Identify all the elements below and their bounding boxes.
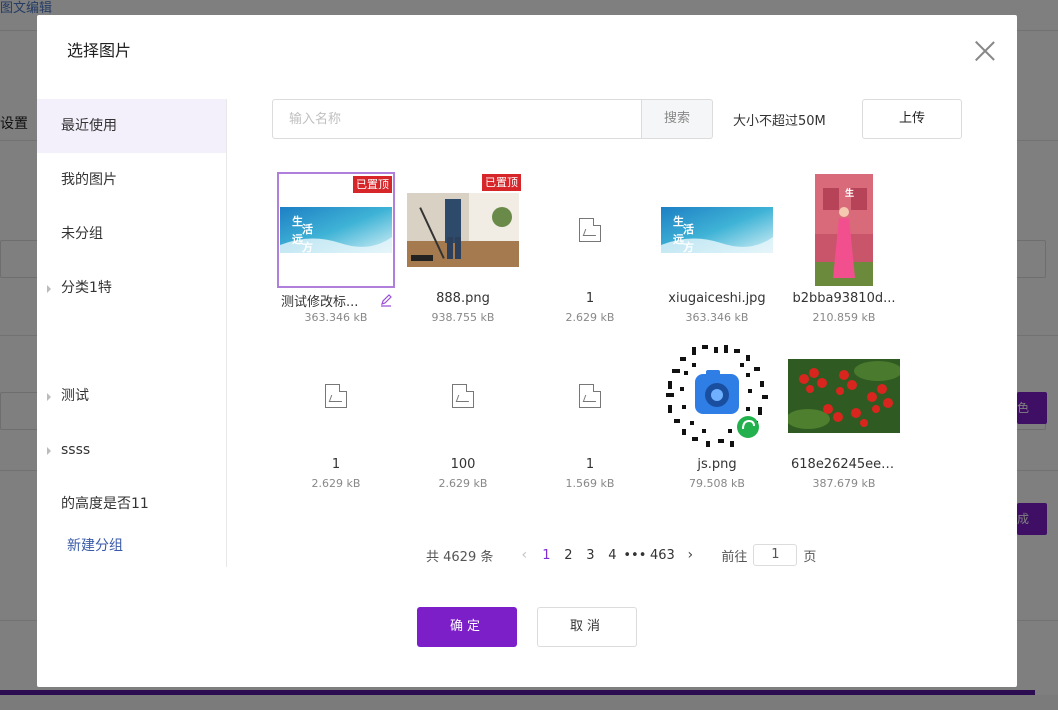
red-berries-photo — [788, 359, 900, 433]
image-thumbnail[interactable]: 已置顶 — [404, 172, 522, 288]
caret-right-icon — [47, 393, 51, 401]
sidebar-item-category[interactable]: 分类1特 — [37, 261, 226, 315]
image-name: 888.png — [436, 291, 490, 306]
image-thumbnail[interactable] — [531, 172, 649, 288]
image-name: 1 — [585, 291, 595, 306]
image-size: 2.629 kB — [438, 477, 488, 490]
pinned-badge: 已置顶 — [482, 174, 521, 191]
svg-text:方: 方 — [683, 240, 694, 253]
upload-button[interactable]: 上传 — [862, 99, 962, 139]
image-name: js.png — [697, 457, 737, 472]
sidebar-item-my-images[interactable]: 我的图片 — [37, 153, 226, 207]
page-1[interactable]: 1 — [535, 548, 557, 563]
image-card[interactable]: 618e26245eef... 387.679 kB — [785, 338, 903, 490]
sidebar-item-recent[interactable]: 最近使用 — [37, 99, 226, 153]
select-image-dialog: 选择图片 最近使用 我的图片 未分组 分类1特 测试 ssss 的高度是否11 … — [37, 15, 1017, 687]
image-size: 2.629 kB — [565, 311, 615, 324]
caret-right-icon — [47, 285, 51, 293]
image-card[interactable]: 100 2.629 kB — [404, 338, 522, 490]
pinned-badge: 已置顶 — [353, 176, 392, 193]
banner-image: 生 活 远 方 — [661, 207, 773, 253]
broken-image-icon — [452, 384, 474, 408]
caret-right-icon — [47, 447, 51, 455]
image-size: 79.508 kB — [689, 477, 745, 490]
image-size: 2.629 kB — [311, 477, 361, 490]
image-size: 210.859 kB — [812, 311, 876, 324]
image-size: 363.346 kB — [685, 311, 749, 324]
edit-icon[interactable] — [379, 293, 393, 307]
image-thumbnail[interactable] — [785, 338, 903, 454]
image-name: 测试修改标... — [281, 295, 359, 310]
cancel-button[interactable]: 取消 — [537, 607, 637, 647]
prev-page-icon[interactable]: ‹ — [513, 547, 535, 563]
image-name: b2bba93810d... — [792, 291, 896, 306]
image-size: 387.679 kB — [812, 477, 876, 490]
goto-label: 前往 — [721, 549, 748, 565]
page-2[interactable]: 2 — [557, 548, 579, 563]
banner-image: 生 活 远 方 — [280, 207, 392, 253]
page-unit-label: 页 — [803, 549, 817, 565]
svg-text:方: 方 — [302, 240, 313, 253]
mini-program-qr-code — [663, 342, 771, 450]
total-count: 共 4629 条 — [426, 549, 494, 565]
svg-text:活: 活 — [683, 222, 694, 236]
image-card[interactable]: 1 1.569 kB — [531, 338, 649, 490]
image-card[interactable]: 1 2.629 kB — [531, 172, 649, 324]
broken-image-icon — [579, 384, 601, 408]
image-name: 1 — [585, 457, 595, 472]
confirm-button[interactable]: 确定 — [417, 607, 517, 647]
page-last[interactable]: 463 — [645, 548, 679, 563]
image-size: 363.346 kB — [304, 311, 368, 324]
search-button[interactable]: 搜索 — [641, 99, 713, 139]
image-thumbnail[interactable] — [277, 338, 395, 454]
next-page-icon[interactable]: › — [679, 547, 701, 563]
page-3[interactable]: 3 — [579, 548, 601, 563]
svg-text:活: 活 — [302, 222, 313, 236]
sidebar-item-height[interactable]: 的高度是否11 — [37, 477, 226, 531]
image-thumbnail[interactable]: 生 活 远 方 — [658, 172, 776, 288]
group-sidebar: 最近使用 我的图片 未分组 分类1特 测试 ssss 的高度是否11 新建分组 — [37, 99, 227, 567]
goto-page-input[interactable]: 1 — [753, 544, 798, 566]
sidebar-item-ssss[interactable]: ssss — [37, 423, 226, 477]
image-size: 938.755 kB — [431, 311, 495, 324]
pink-dress-photo: 生 — [815, 174, 873, 286]
broken-image-icon — [325, 384, 347, 408]
image-card[interactable]: 1 2.629 kB — [277, 338, 395, 490]
image-card[interactable]: 生 b2bba93810d... 210.859 kB — [785, 172, 903, 324]
image-card[interactable]: 生 活 远 方 已置顶 测试修改标... 363.346 kB — [277, 172, 395, 324]
search-input[interactable] — [272, 99, 642, 139]
sidebar-item-test[interactable]: 测试 — [37, 369, 226, 423]
image-thumbnail[interactable]: 生 — [785, 172, 903, 288]
image-thumbnail[interactable]: 生 活 远 方 已置顶 — [277, 172, 395, 288]
page-4[interactable]: 4 — [601, 548, 623, 563]
image-thumbnail[interactable] — [404, 338, 522, 454]
svg-text:生: 生 — [845, 187, 854, 199]
image-thumbnail[interactable] — [531, 338, 649, 454]
close-icon[interactable] — [974, 40, 996, 62]
image-thumbnail[interactable] — [658, 338, 776, 454]
image-name: 100 — [450, 457, 476, 472]
image-name: 1 — [331, 457, 341, 472]
sidebar-item-ungrouped[interactable]: 未分组 — [37, 207, 226, 261]
image-card[interactable]: js.png 79.508 kB — [658, 338, 776, 490]
image-name: 618e26245eef... — [791, 457, 898, 472]
image-name: xiugaiceshi.jpg — [668, 291, 766, 306]
new-group-link[interactable]: 新建分组 — [67, 535, 123, 555]
broken-image-icon — [579, 218, 601, 242]
more-pages-icon[interactable]: ••• — [623, 548, 646, 563]
size-limit-hint: 大小不超过50M — [733, 114, 826, 129]
image-card[interactable]: 生 活 远 方 xiugaiceshi.jpg 363.346 kB — [658, 172, 776, 324]
pagination: 共 4629 条 ‹ 1 2 3 4 ••• 463 › 前往 1 页 — [426, 544, 817, 566]
image-card[interactable]: 已置顶 888.png 938.755 kB — [404, 172, 522, 324]
image-size: 1.569 kB — [565, 477, 615, 490]
vacuum-photo — [407, 193, 519, 267]
dialog-title: 选择图片 — [67, 41, 132, 60]
